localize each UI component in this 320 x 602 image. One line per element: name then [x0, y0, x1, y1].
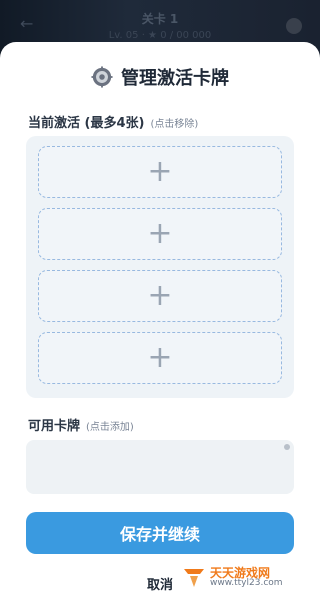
active-card-slot-4[interactable]: + [38, 332, 282, 384]
active-card-slot-3[interactable]: + [38, 270, 282, 322]
save-continue-button[interactable]: 保存并继续 [26, 512, 294, 554]
watermark-logo-icon [184, 569, 204, 587]
available-cards-list[interactable] [26, 440, 294, 494]
watermark-brand: 天天游戏网 [210, 565, 271, 580]
watermark-url: www.ttyl23.com [210, 577, 283, 588]
available-cards-label: 可用卡牌 [28, 419, 81, 434]
add-icon: + [147, 154, 173, 189]
manage-cards-modal: 管理激活卡牌 当前激活 (最多4张) (点击移除) + + + + 可用卡牌 (点击… [0, 42, 320, 602]
site-watermark: 天天游戏网 www.ttyl23.com [182, 562, 312, 592]
active-card-slot-1[interactable]: + [38, 146, 282, 198]
modal-title: 管理激活卡牌 [121, 68, 229, 89]
add-icon: + [147, 340, 173, 375]
level-title: 关卡 1 [141, 12, 179, 26]
gear-icon [91, 66, 113, 88]
active-cards-hint: (点击移除) [150, 119, 199, 130]
add-icon: + [147, 278, 173, 313]
scroll-indicator[interactable] [284, 444, 290, 450]
active-cards-heading: 当前激活 (最多4张) (点击移除) [28, 112, 198, 131]
active-cards-panel: + + + + [26, 136, 294, 398]
active-cards-label: 当前激活 (最多4张) [28, 116, 145, 131]
add-icon: + [147, 216, 173, 251]
settings-icon[interactable] [286, 18, 302, 34]
available-cards-hint: (点击添加) [86, 422, 134, 433]
active-card-slot-2[interactable]: + [38, 208, 282, 260]
available-cards-heading: 可用卡牌 (点击添加) [28, 415, 134, 434]
level-subtitle: Lv. 05 · ★ 0 / 00 000 [108, 30, 212, 41]
modal-header: 管理激活卡牌 [0, 64, 320, 90]
